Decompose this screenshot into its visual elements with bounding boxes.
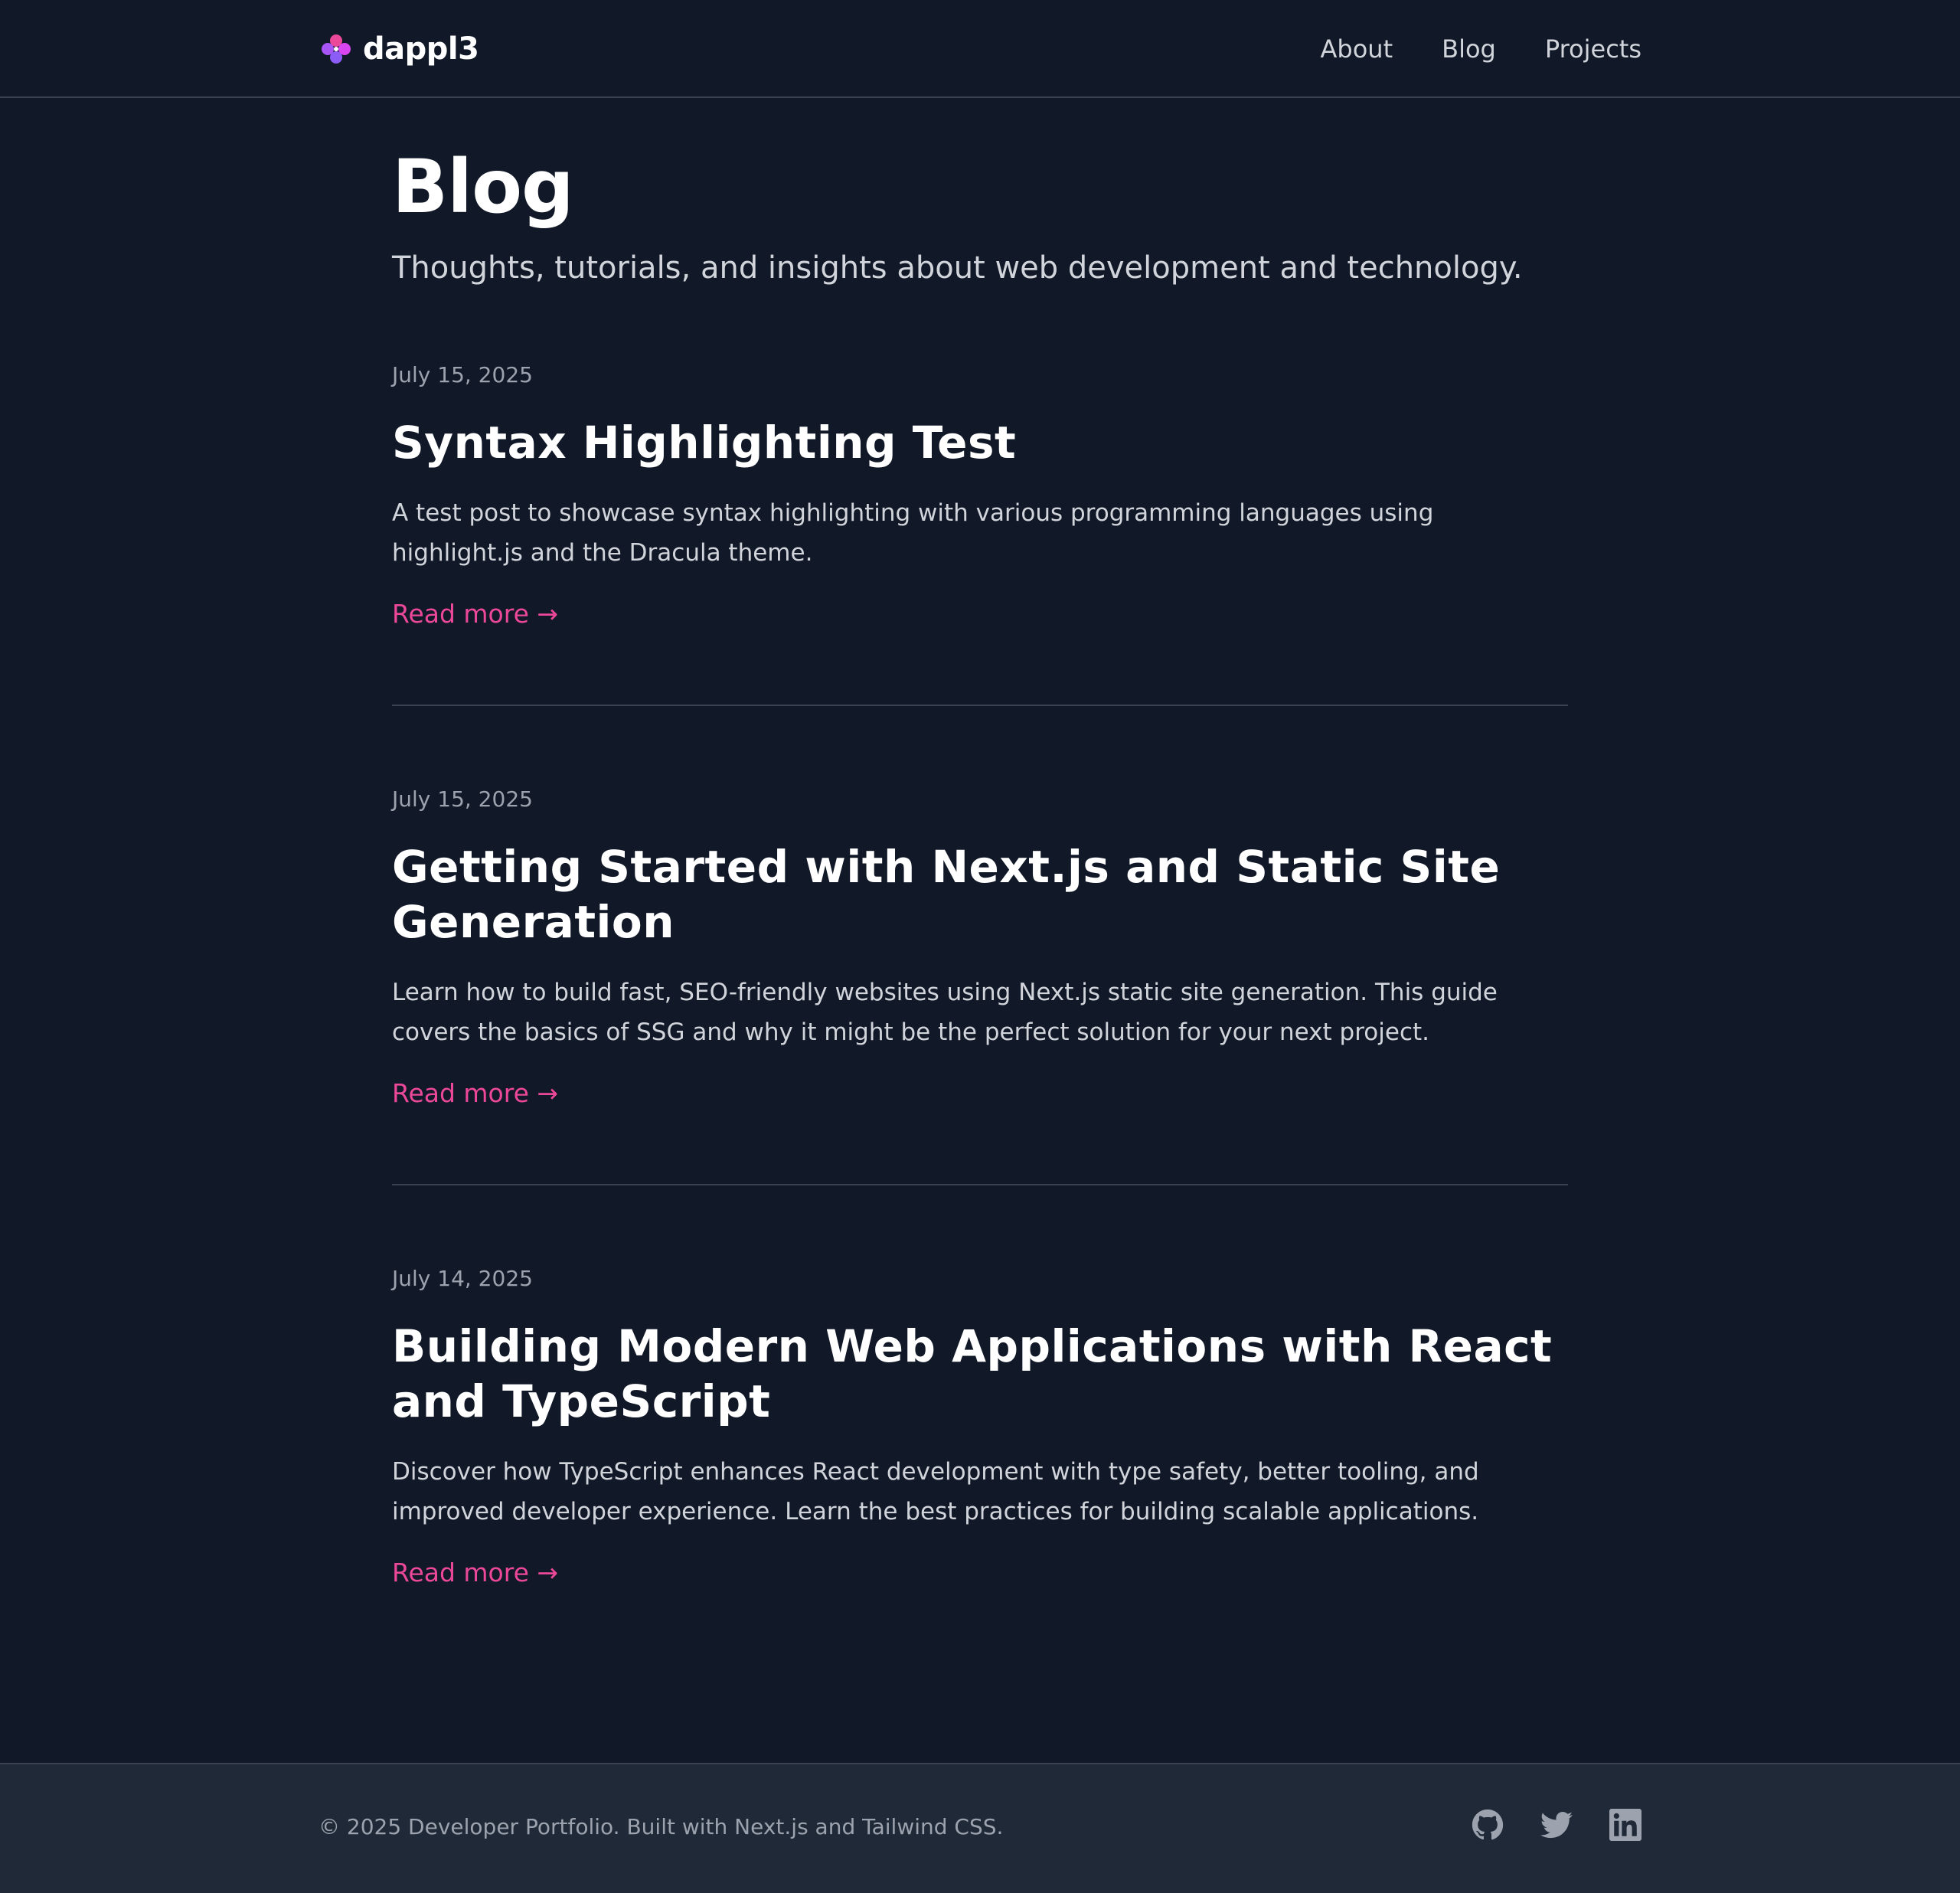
nav-link-blog[interactable]: Blog xyxy=(1442,34,1496,64)
brand-name: dappl3 xyxy=(363,31,479,67)
post-date: July 14, 2025 xyxy=(392,1266,533,1291)
github-icon[interactable] xyxy=(1472,1809,1504,1841)
post-item: July 14, 2025 Building Modern Web Applic… xyxy=(392,1264,1568,1663)
read-more-link[interactable]: Read more → xyxy=(392,1556,558,1590)
page-title: Blog xyxy=(392,144,574,230)
post-title-link[interactable]: Building Modern Web Applications with Re… xyxy=(392,1319,1568,1429)
read-more-link[interactable]: Read more → xyxy=(392,1077,558,1110)
social-links xyxy=(1472,1809,1642,1841)
brand-link[interactable]: dappl3 xyxy=(320,26,479,72)
linkedin-icon[interactable] xyxy=(1609,1809,1642,1841)
post-excerpt: Discover how TypeScript enhances React d… xyxy=(392,1458,1479,1525)
page-subtitle: Thoughts, tutorials, and insights about … xyxy=(392,250,1523,286)
main-nav: About Blog Projects xyxy=(1321,26,1642,72)
main-content: Blog Thoughts, tutorials, and insights a… xyxy=(392,98,1568,1663)
copyright-text: © 2025 Developer Portfolio. Built with N… xyxy=(318,1814,1004,1839)
post-item: July 15, 2025 Syntax Highlighting Test A… xyxy=(392,360,1568,706)
site-header: dappl3 About Blog Projects xyxy=(0,0,1960,98)
post-date: July 15, 2025 xyxy=(392,786,533,812)
post-title-link[interactable]: Syntax Highlighting Test xyxy=(392,415,1568,470)
twitter-icon[interactable] xyxy=(1540,1809,1573,1841)
site-footer: © 2025 Developer Portfolio. Built with N… xyxy=(0,1763,1960,1893)
post-list: July 15, 2025 Syntax Highlighting Test A… xyxy=(392,360,1568,1663)
post-excerpt: A test post to showcase syntax highlight… xyxy=(392,499,1434,567)
post-date: July 15, 2025 xyxy=(392,362,533,387)
post-excerpt: Learn how to build fast, SEO-friendly we… xyxy=(392,979,1498,1046)
post-title-link[interactable]: Getting Started with Next.js and Static … xyxy=(392,839,1568,950)
nav-link-projects[interactable]: Projects xyxy=(1545,34,1642,64)
flower-logo-icon xyxy=(322,34,351,64)
read-more-link[interactable]: Read more → xyxy=(392,597,558,631)
post-item: July 15, 2025 Getting Started with Next.… xyxy=(392,784,1568,1185)
nav-link-about[interactable]: About xyxy=(1321,34,1393,64)
